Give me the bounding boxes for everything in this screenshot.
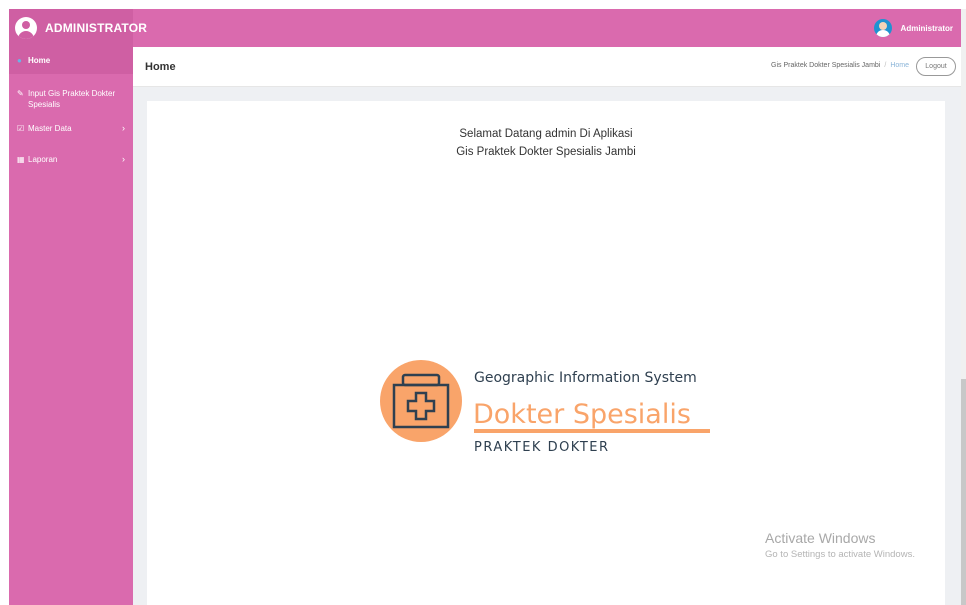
logo-underline <box>474 429 710 433</box>
welcome-message: Selamat Datang admin Di Aplikasi Gis Pra… <box>147 125 945 161</box>
welcome-line-2: Gis Praktek Dokter Spesialis Jambi <box>456 146 636 158</box>
sidebar-item-label: Input Gis Praktek Dokter Spesialis <box>28 89 116 109</box>
sidebar-item-laporan[interactable]: ▦ Laporan › <box>9 134 133 165</box>
edit-icon: ☑ <box>17 124 25 133</box>
calendar-icon: ▦ <box>17 155 25 164</box>
medical-bag-icon <box>380 360 462 442</box>
sidebar-item-label: Master Data <box>28 124 72 133</box>
user-avatar-icon <box>873 19 892 37</box>
breadcrumb: Gis Praktek Dokter Spesialis Jambi / Home <box>771 62 909 69</box>
dot-icon: ● <box>17 56 22 65</box>
breadcrumb-item-home[interactable]: Home <box>890 62 909 69</box>
content-area: Home Gis Praktek Dokter Spesialis Jambi /… <box>133 47 961 605</box>
content-header: Home Gis Praktek Dokter Spesialis Jambi /… <box>133 47 961 87</box>
user-menu[interactable]: Administrator <box>873 9 953 47</box>
app-logo: Geographic Information System Dokter Spe… <box>380 360 710 455</box>
user-circle-icon <box>15 17 37 39</box>
logout-button[interactable]: Logout <box>916 57 956 76</box>
chevron-right-icon: › <box>122 154 125 164</box>
top-navbar: ADMINISTRATOR Administrator <box>9 9 961 47</box>
sidebar-item-label: Home <box>28 56 51 65</box>
scrollbar-thumb[interactable] <box>961 379 966 605</box>
logo-line-3: PRAKTEK DOKTER <box>474 440 610 455</box>
watermark-subtitle: Go to Settings to activate Windows. <box>765 549 915 560</box>
user-name: Administrator <box>900 23 953 33</box>
logo-line-2: Dokter Spesialis <box>473 399 691 430</box>
pencil-icon: ✎ <box>17 89 24 98</box>
breadcrumb-separator: / <box>884 62 887 69</box>
chevron-right-icon: › <box>122 123 125 133</box>
logo-line-1: Geographic Information System <box>474 370 697 386</box>
brand-title: ADMINISTRATOR <box>45 21 148 35</box>
sidebar-item-master-data[interactable]: ☑ Master Data › <box>9 110 133 134</box>
page-title: Home <box>145 61 176 73</box>
welcome-line-1: Selamat Datang admin Di Aplikasi <box>459 128 633 140</box>
sidebar-item-input-gis[interactable]: ✎ Input Gis Praktek Dokter Spesialis <box>9 74 133 110</box>
sidebar: ● Home ✎ Input Gis Praktek Dokter Spesia… <box>9 47 133 605</box>
breadcrumb-item-app[interactable]: Gis Praktek Dokter Spesialis Jambi <box>771 62 880 69</box>
watermark-title: Activate Windows <box>765 530 876 546</box>
app-window: ADMINISTRATOR Administrator ● Home ✎ Inp… <box>9 9 961 605</box>
page-scrollbar[interactable] <box>961 9 966 605</box>
brand[interactable]: ADMINISTRATOR <box>9 9 147 47</box>
sidebar-item-home[interactable]: ● Home <box>9 47 133 74</box>
sidebar-item-label: Laporan <box>28 155 58 164</box>
activate-windows-watermark: Activate Windows Go to Settings to activ… <box>765 530 915 560</box>
